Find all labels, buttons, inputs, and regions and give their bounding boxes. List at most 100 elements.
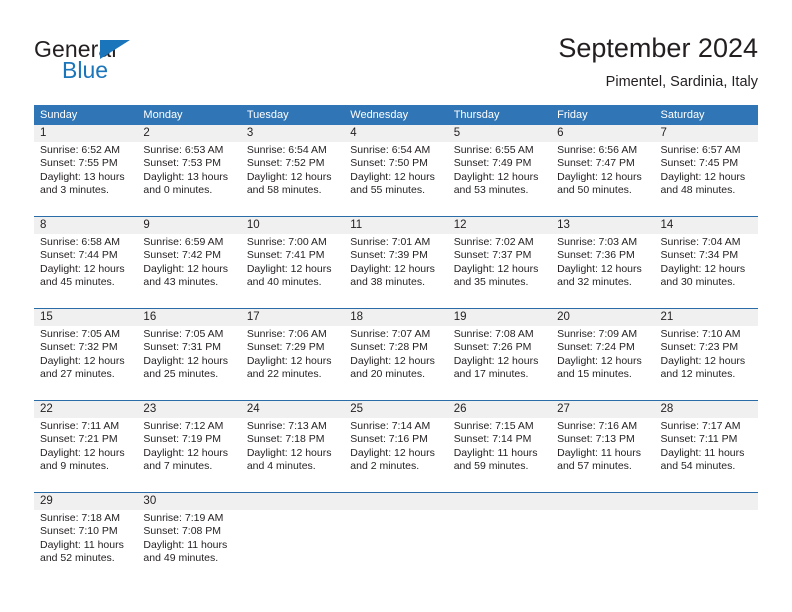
day-sun-info: Sunrise: 7:13 AM Sunset: 7:18 PM Dayligh… <box>246 420 332 473</box>
calendar-day-cell[interactable]: 25 Sunrise: 7:14 AM Sunset: 7:16 PM Dayli… <box>344 401 447 492</box>
calendar-day-cell[interactable]: 20 Sunrise: 7:09 AM Sunset: 7:24 PM Dayli… <box>551 309 654 400</box>
calendar-day-list: 1 Sunrise: 6:52 AM Sunset: 7:55 PM Daylig… <box>34 125 758 216</box>
day-sun-info: Sunrise: 7:07 AM Sunset: 7:28 PM Dayligh… <box>350 328 435 381</box>
day-number: 23 <box>143 403 157 415</box>
weekday-header-thursday: Thursday <box>453 109 500 121</box>
calendar-day-cell[interactable]: 1 Sunrise: 6:52 AM Sunset: 7:55 PM Daylig… <box>34 125 137 216</box>
calendar-week-row: 8 Sunrise: 6:58 AM Sunset: 7:44 PM Daylig… <box>34 216 758 308</box>
calendar-day-cell-empty <box>344 493 447 584</box>
calendar-day-cell[interactable]: 24 Sunrise: 7:13 AM Sunset: 7:18 PM Dayli… <box>241 401 344 492</box>
calendar-day-cell[interactable]: 14 Sunrise: 7:04 AM Sunset: 7:34 PM Dayli… <box>655 217 758 308</box>
calendar-day-cell[interactable]: 6 Sunrise: 6:56 AM Sunset: 7:47 PM Daylig… <box>551 125 654 216</box>
day-sun-info: Sunrise: 7:06 AM Sunset: 7:29 PM Dayligh… <box>246 328 332 381</box>
day-number: 8 <box>40 219 47 231</box>
day-number: 29 <box>40 495 53 507</box>
weekday-header-wednesday: Wednesday <box>350 109 409 121</box>
calendar-day-cell[interactable]: 27 Sunrise: 7:16 AM Sunset: 7:13 PM Dayli… <box>551 401 654 492</box>
calendar-day-cell[interactable]: 12 Sunrise: 7:02 AM Sunset: 7:37 PM Dayli… <box>448 217 551 308</box>
day-number: 4 <box>350 127 357 139</box>
day-sun-info: Sunrise: 7:08 AM Sunset: 7:26 PM Dayligh… <box>453 328 539 381</box>
calendar-day-list: 15 Sunrise: 7:05 AM Sunset: 7:32 PM Dayli… <box>34 309 758 400</box>
day-sun-info: Sunrise: 7:05 AM Sunset: 7:31 PM Dayligh… <box>143 328 229 381</box>
weekday-header-row: Sunday Monday Tuesday Wednesday Thursday Frid… <box>34 105 758 125</box>
calendar-day-cell-empty <box>241 493 344 584</box>
day-sun-info: Sunrise: 7:19 AM Sunset: 7:08 PM Dayligh… <box>143 512 228 565</box>
day-sun-info: Sunrise: 6:56 AM Sunset: 7:47 PM Dayligh… <box>557 144 642 197</box>
day-sun-info: Sunrise: 6:57 AM Sunset: 7:45 PM Dayligh… <box>660 144 746 197</box>
calendar-day-cell[interactable]: 21 Sunrise: 7:10 AM Sunset: 7:23 PM Dayli… <box>655 309 758 400</box>
day-number: 5 <box>453 127 461 139</box>
day-sun-info: Sunrise: 6:59 AM Sunset: 7:42 PM Dayligh… <box>143 236 229 289</box>
calendar-week-row: 15 Sunrise: 7:05 AM Sunset: 7:32 PM Dayli… <box>34 308 758 400</box>
calendar-day-cell[interactable]: 29 Sunrise: 7:18 AM Sunset: 7:10 PM Dayli… <box>34 493 137 584</box>
day-number: 28 <box>660 403 674 415</box>
day-sun-info: Sunrise: 7:03 AM Sunset: 7:36 PM Dayligh… <box>557 236 642 289</box>
calendar-weeks: 1 Sunrise: 6:52 AM Sunset: 7:55 PM Daylig… <box>34 125 758 584</box>
day-number: 25 <box>350 403 364 415</box>
day-number: 12 <box>453 219 467 231</box>
calendar-day-cell[interactable]: 18 Sunrise: 7:07 AM Sunset: 7:28 PM Dayli… <box>344 309 447 400</box>
calendar-day-list: 22 Sunrise: 7:11 AM Sunset: 7:21 PM Dayli… <box>34 401 758 492</box>
day-number: 13 <box>557 219 570 231</box>
title-block: September 2024 Pimentel, Sardinia, Italy <box>558 32 758 92</box>
calendar-day-cell[interactable]: 15 Sunrise: 7:05 AM Sunset: 7:32 PM Dayli… <box>34 309 137 400</box>
calendar-week-row: 1 Sunrise: 6:52 AM Sunset: 7:55 PM Daylig… <box>34 125 758 216</box>
day-sun-info: Sunrise: 7:02 AM Sunset: 7:37 PM Dayligh… <box>453 236 539 289</box>
day-number: 7 <box>660 127 667 139</box>
calendar-day-cell[interactable]: 23 Sunrise: 7:12 AM Sunset: 7:19 PM Dayli… <box>137 401 240 492</box>
calendar-day-cell[interactable]: 9 Sunrise: 6:59 AM Sunset: 7:42 PM Daylig… <box>137 217 240 308</box>
page-header: General Blue September 2024 Pimentel, Sa… <box>0 0 792 98</box>
calendar-day-cell[interactable]: 4 Sunrise: 6:54 AM Sunset: 7:50 PM Daylig… <box>344 125 447 216</box>
day-sun-info: Sunrise: 7:04 AM Sunset: 7:34 PM Dayligh… <box>660 236 746 289</box>
weekday-header-tuesday: Tuesday <box>246 109 289 121</box>
day-number: 18 <box>350 311 364 323</box>
calendar-day-cell[interactable]: 13 Sunrise: 7:03 AM Sunset: 7:36 PM Dayli… <box>551 217 654 308</box>
day-number: 17 <box>246 311 260 323</box>
day-sun-info: Sunrise: 6:54 AM Sunset: 7:50 PM Dayligh… <box>350 144 435 197</box>
calendar-week-row: 22 Sunrise: 7:11 AM Sunset: 7:21 PM Dayli… <box>34 400 758 492</box>
calendar-day-cell[interactable]: 3 Sunrise: 6:54 AM Sunset: 7:52 PM Daylig… <box>241 125 344 216</box>
day-number: 11 <box>350 219 363 231</box>
day-sun-info: Sunrise: 7:14 AM Sunset: 7:16 PM Dayligh… <box>350 420 435 473</box>
day-number: 24 <box>246 403 260 415</box>
calendar-day-cell[interactable]: 22 Sunrise: 7:11 AM Sunset: 7:21 PM Dayli… <box>34 401 137 492</box>
calendar-day-cell[interactable]: 11 Sunrise: 7:01 AM Sunset: 7:39 PM Dayli… <box>344 217 447 308</box>
weekday-header-friday: Friday <box>557 109 588 121</box>
calendar-day-cell[interactable]: 28 Sunrise: 7:17 AM Sunset: 7:11 PM Dayli… <box>655 401 758 492</box>
generalblue-logo[interactable]: General Blue <box>34 36 174 86</box>
day-number: 3 <box>246 127 254 139</box>
day-number: 2 <box>143 127 150 139</box>
day-number: 19 <box>453 311 467 323</box>
day-number: 16 <box>143 311 157 323</box>
day-number: 30 <box>143 495 157 507</box>
calendar-day-cell[interactable]: 26 Sunrise: 7:15 AM Sunset: 7:14 PM Dayli… <box>448 401 551 492</box>
calendar-day-list: 29 Sunrise: 7:18 AM Sunset: 7:10 PM Dayli… <box>34 493 758 584</box>
calendar-day-list: 8 Sunrise: 6:58 AM Sunset: 7:44 PM Daylig… <box>34 217 758 308</box>
calendar-day-cell[interactable]: 17 Sunrise: 7:06 AM Sunset: 7:29 PM Dayli… <box>241 309 344 400</box>
day-number: 1 <box>40 127 47 139</box>
day-number: 6 <box>557 127 564 139</box>
day-sun-info: Sunrise: 6:52 AM Sunset: 7:55 PM Dayligh… <box>40 144 125 197</box>
calendar-day-cell[interactable]: 19 Sunrise: 7:08 AM Sunset: 7:26 PM Dayli… <box>448 309 551 400</box>
calendar-day-cell-empty <box>655 493 758 584</box>
calendar-day-cell[interactable]: 2 Sunrise: 6:53 AM Sunset: 7:53 PM Daylig… <box>137 125 240 216</box>
day-sun-info: Sunrise: 7:00 AM Sunset: 7:41 PM Dayligh… <box>246 236 332 289</box>
day-sun-info: Sunrise: 6:54 AM Sunset: 7:52 PM Dayligh… <box>246 144 332 197</box>
day-sun-info: Sunrise: 6:58 AM Sunset: 7:44 PM Dayligh… <box>40 236 125 289</box>
day-sun-info: Sunrise: 7:09 AM Sunset: 7:24 PM Dayligh… <box>557 328 642 381</box>
calendar-day-cell[interactable]: 10 Sunrise: 7:00 AM Sunset: 7:41 PM Dayli… <box>241 217 344 308</box>
calendar-day-cell[interactable]: 7 Sunrise: 6:57 AM Sunset: 7:45 PM Daylig… <box>655 125 758 216</box>
day-sun-info: Sunrise: 7:12 AM Sunset: 7:19 PM Dayligh… <box>143 420 229 473</box>
day-sun-info: Sunrise: 7:17 AM Sunset: 7:11 PM Dayligh… <box>660 420 745 473</box>
day-sun-info: Sunrise: 6:55 AM Sunset: 7:49 PM Dayligh… <box>453 144 539 197</box>
day-number: 20 <box>557 311 570 323</box>
day-sun-info: Sunrise: 7:10 AM Sunset: 7:23 PM Dayligh… <box>660 328 746 381</box>
calendar-day-cell[interactable]: 5 Sunrise: 6:55 AM Sunset: 7:49 PM Daylig… <box>448 125 551 216</box>
day-number: 22 <box>40 403 53 415</box>
calendar-day-cell[interactable]: 8 Sunrise: 6:58 AM Sunset: 7:44 PM Daylig… <box>34 217 137 308</box>
day-number: 15 <box>40 311 53 323</box>
calendar-day-cell[interactable]: 30 Sunrise: 7:19 AM Sunset: 7:08 PM Dayli… <box>137 493 240 584</box>
weekday-header-monday: Monday <box>143 109 183 121</box>
day-number: 26 <box>453 403 467 415</box>
calendar-day-cell[interactable]: 16 Sunrise: 7:05 AM Sunset: 7:31 PM Dayli… <box>137 309 240 400</box>
